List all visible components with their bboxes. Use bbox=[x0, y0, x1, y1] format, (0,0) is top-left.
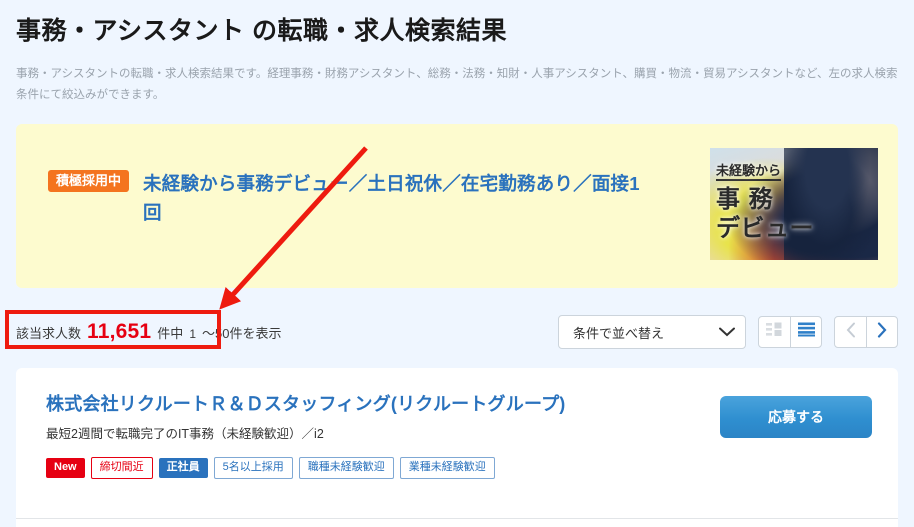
status-badge-employment-type: 正社員 bbox=[158, 458, 208, 479]
status-badge-role-no-experience: 職種未経験歓迎 bbox=[298, 457, 394, 480]
apply-button[interactable]: 応募する bbox=[720, 396, 872, 438]
page-title: 事務・アシスタント の転職・求人検索結果 bbox=[16, 17, 507, 45]
view-toggle bbox=[758, 316, 822, 348]
card-divider bbox=[16, 518, 898, 519]
result-range-text: 〜50件を表示 bbox=[202, 326, 282, 341]
grid-view-icon bbox=[766, 322, 783, 342]
promo-thumbnail-copy: 未経験から 事 務 デビュー bbox=[716, 162, 814, 243]
status-badge-headcount: 5名以上採用 bbox=[213, 457, 293, 480]
job-card[interactable]: 株式会社リクルートＲ＆Ｄスタッフィング(リクルートグループ) 最短2週間で転職完… bbox=[16, 368, 898, 527]
pagination-next-button[interactable] bbox=[866, 317, 897, 347]
sort-select[interactable]: 条件で並べ替え bbox=[558, 315, 746, 349]
company-name-link[interactable]: 株式会社リクルートＲ＆Ｄスタッフィング(リクルートグループ) bbox=[46, 394, 702, 416]
promo-banner-inner: 積極採用中 未経験から事務デビュー／土日祝休／在宅勤務あり／面接1回 未経験から… bbox=[16, 124, 898, 288]
page-header: 事務・アシスタント の転職・求人検索結果 事務・アシスタントの転職・求人検索結果… bbox=[0, 0, 914, 107]
status-badge-new: New bbox=[46, 458, 85, 479]
job-card-main: 株式会社リクルートＲ＆Ｄスタッフィング(リクルートグループ) 最短2週間で転職完… bbox=[46, 394, 720, 480]
page-description: 事務・アシスタントの転職・求人検索結果です。経理事務・財務アシスタント、総務・法… bbox=[16, 68, 898, 102]
promo-thumbnail[interactable]: 未経験から 事 務 デビュー bbox=[710, 148, 878, 260]
list-view-icon bbox=[797, 322, 815, 342]
thumbnail-line-1: 未経験から bbox=[716, 163, 782, 182]
result-count-prefix: 該当求人数 bbox=[16, 326, 82, 341]
chevron-left-icon bbox=[846, 322, 856, 343]
pagination bbox=[834, 316, 898, 348]
result-count: 該当求人数 11,651 件中 1 〜50件を表示 bbox=[16, 320, 281, 344]
chevron-down-icon bbox=[719, 325, 735, 340]
promo-banner[interactable]: 積極採用中 未経験から事務デビュー／土日祝休／在宅勤務あり／面接1回 未経験から… bbox=[16, 124, 898, 288]
thumbnail-line-2: 事 務 bbox=[716, 186, 774, 214]
toolbar-controls: 条件で並べ替え bbox=[558, 315, 898, 349]
results-toolbar: 該当求人数 11,651 件中 1 〜50件を表示 条件で並べ替え bbox=[16, 312, 898, 352]
job-card-top: 株式会社リクルートＲ＆Ｄスタッフィング(リクルートグループ) 最短2週間で転職完… bbox=[46, 394, 872, 480]
result-count-middle: 件中 bbox=[157, 326, 184, 341]
chevron-right-icon bbox=[877, 321, 887, 343]
promo-text-column: 積極採用中 未経験から事務デビュー／土日祝休／在宅勤務あり／面接1回 bbox=[48, 148, 694, 227]
sort-select-label: 条件で並べ替え bbox=[573, 325, 665, 341]
pagination-prev-button[interactable] bbox=[835, 317, 866, 347]
result-range-start: 1 bbox=[189, 327, 196, 341]
job-tag-row: New 締切間近 正社員 5名以上採用 職種未経験歓迎 業種未経験歓迎 bbox=[46, 457, 702, 480]
result-count-value: 11,651 bbox=[87, 320, 152, 343]
status-badge-deadline: 締切間近 bbox=[90, 457, 153, 480]
thumbnail-line-3: デビュー bbox=[716, 215, 814, 243]
job-title: 最短2週間で転職完了のIT事務（未経験歓迎）／i2 bbox=[46, 426, 324, 441]
list-view-button[interactable] bbox=[790, 317, 821, 347]
promo-badge: 積極採用中 bbox=[48, 170, 130, 192]
status-badge-industry-no-experience: 業種未経験歓迎 bbox=[399, 457, 495, 480]
promo-headline[interactable]: 未経験から事務デビュー／土日祝休／在宅勤務あり／面接1回 bbox=[143, 170, 653, 227]
grid-view-button[interactable] bbox=[759, 317, 790, 347]
